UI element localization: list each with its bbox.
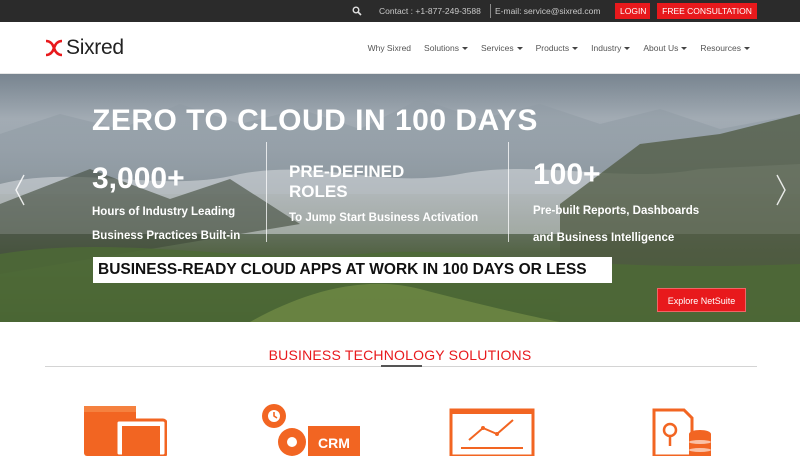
top-utility-bar: Contact : +1-877-249-3588 E-mail: servic… [0,0,800,22]
nav-item-industry[interactable]: Industry [591,43,631,53]
crm-icon-label: CRM [318,435,350,451]
contact-phone[interactable]: Contact : +1-877-249-3588 [379,6,481,16]
stat-heading-line2: ROLES [289,182,348,201]
main-navbar: Sixred Why Sixred Solutions Services Pro… [0,22,800,74]
nav-item-why-sixred[interactable]: Why Sixred [368,43,411,53]
analytics-chart-icon[interactable] [449,400,535,456]
primary-nav: Why Sixred Solutions Services Products I… [355,43,750,53]
login-button[interactable]: LOGIN [615,3,650,19]
stat-roles: PRE-DEFINED ROLES To Jump Start Business… [289,162,478,225]
section-title: BUSINESS TECHNOLOGY SOLUTIONS [268,347,532,363]
caret-down-icon [681,47,688,50]
nav-label: Services [481,43,514,53]
caret-down-icon [624,47,631,50]
stat-caption-line1: Pre-built Reports, Dashboards [533,205,700,217]
free-consultation-button[interactable]: FREE CONSULTATION [657,3,757,19]
stat-value: 3,000+ [92,162,185,195]
stat-heading-line1: PRE-DEFINED [289,162,405,181]
hero-tagline: BUSINESS-READY CLOUD APPS AT WORK IN 100… [93,257,612,283]
stat-divider [508,142,509,242]
search-icon[interactable] [352,6,362,16]
nav-item-services[interactable]: Services [481,43,523,53]
nav-label: About Us [643,43,679,53]
caret-down-icon [744,47,750,50]
nav-label: Products [535,43,570,53]
nav-item-products[interactable]: Products [536,43,579,53]
nav-label: Industry [591,43,622,53]
stat-divider [266,142,267,242]
stat-caption-line2: Business Practices Built-in [92,230,241,242]
crm-gear-icon[interactable]: CRM [258,400,362,456]
hero-banner: ZERO TO CLOUD IN 100 DAYS 3,000+ Hours o… [0,74,800,322]
nav-label: Solutions [424,43,459,53]
contact-email[interactable]: E-mail: service@sixred.com [495,6,600,16]
nav-item-solutions[interactable]: Solutions [424,43,468,53]
certificate-database-icon[interactable] [650,400,716,456]
stat-caption-line2: and Business Intelligence [533,232,675,244]
devices-icon[interactable] [83,400,167,456]
sixred-logo-icon [45,39,63,57]
brand-name: Sixred [66,36,124,59]
carousel-prev-arrow-icon[interactable] [14,174,26,206]
nav-label: Resources [700,43,741,53]
stat-caption-line1: Hours of Industry Leading [92,206,236,218]
nav-label: Why Sixred [367,43,412,53]
sixred-logo[interactable]: Sixred [44,35,124,61]
caret-down-icon [516,47,523,50]
caret-down-icon [572,47,579,50]
stat-hours: 3,000+ Hours of Industry Leading Busines… [92,163,240,243]
topbar-divider [490,4,491,18]
stat-reports: 100+ Pre-built Reports, Dashboards and B… [533,159,699,245]
stat-caption: To Jump Start Business Activation [289,212,479,224]
carousel-next-arrow-icon[interactable] [775,174,787,206]
stat-value: 100+ [533,158,601,191]
nav-item-resources[interactable]: Resources [700,43,750,53]
caret-down-icon [462,47,468,50]
section-divider-accent [381,365,422,367]
nav-item-about-us[interactable]: About Us [643,43,688,53]
explore-netsuite-button[interactable]: Explore NetSuite [657,288,746,312]
hero-title: ZERO TO CLOUD IN 100 DAYS [92,104,538,137]
